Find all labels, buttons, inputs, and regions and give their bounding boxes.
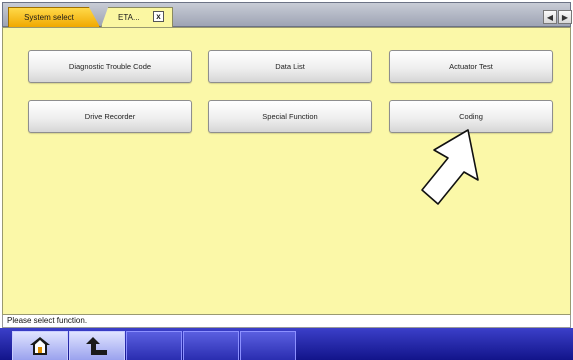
tab-bar: System select ETA... x ◀ ▶ — [2, 2, 572, 27]
drive-recorder-button[interactable]: Drive Recorder — [28, 100, 192, 133]
special-function-button[interactable]: Special Function — [208, 100, 372, 133]
data-list-button[interactable]: Data List — [208, 50, 372, 83]
diagnostic-trouble-code-button[interactable]: Diagnostic Trouble Code — [28, 50, 192, 83]
actuator-test-button[interactable]: Actuator Test — [389, 50, 553, 83]
toolbar-slot-4[interactable] — [183, 331, 239, 360]
status-bar: Please select function. — [2, 315, 571, 328]
back-button[interactable] — [69, 331, 125, 360]
pointer-arrow-icon — [421, 129, 479, 205]
toolbar-slot-3[interactable] — [126, 331, 182, 360]
tab-system-select[interactable]: System select — [8, 7, 100, 27]
scroll-left-button[interactable]: ◀ — [543, 10, 557, 24]
home-button[interactable] — [12, 331, 68, 360]
scroll-right-button[interactable]: ▶ — [558, 10, 572, 24]
back-return-icon — [86, 337, 107, 355]
toolbar-slot-5[interactable] — [240, 331, 296, 360]
bottom-toolbar — [0, 328, 573, 360]
close-tab-icon[interactable]: x — [153, 11, 164, 22]
home-icon — [30, 337, 50, 355]
